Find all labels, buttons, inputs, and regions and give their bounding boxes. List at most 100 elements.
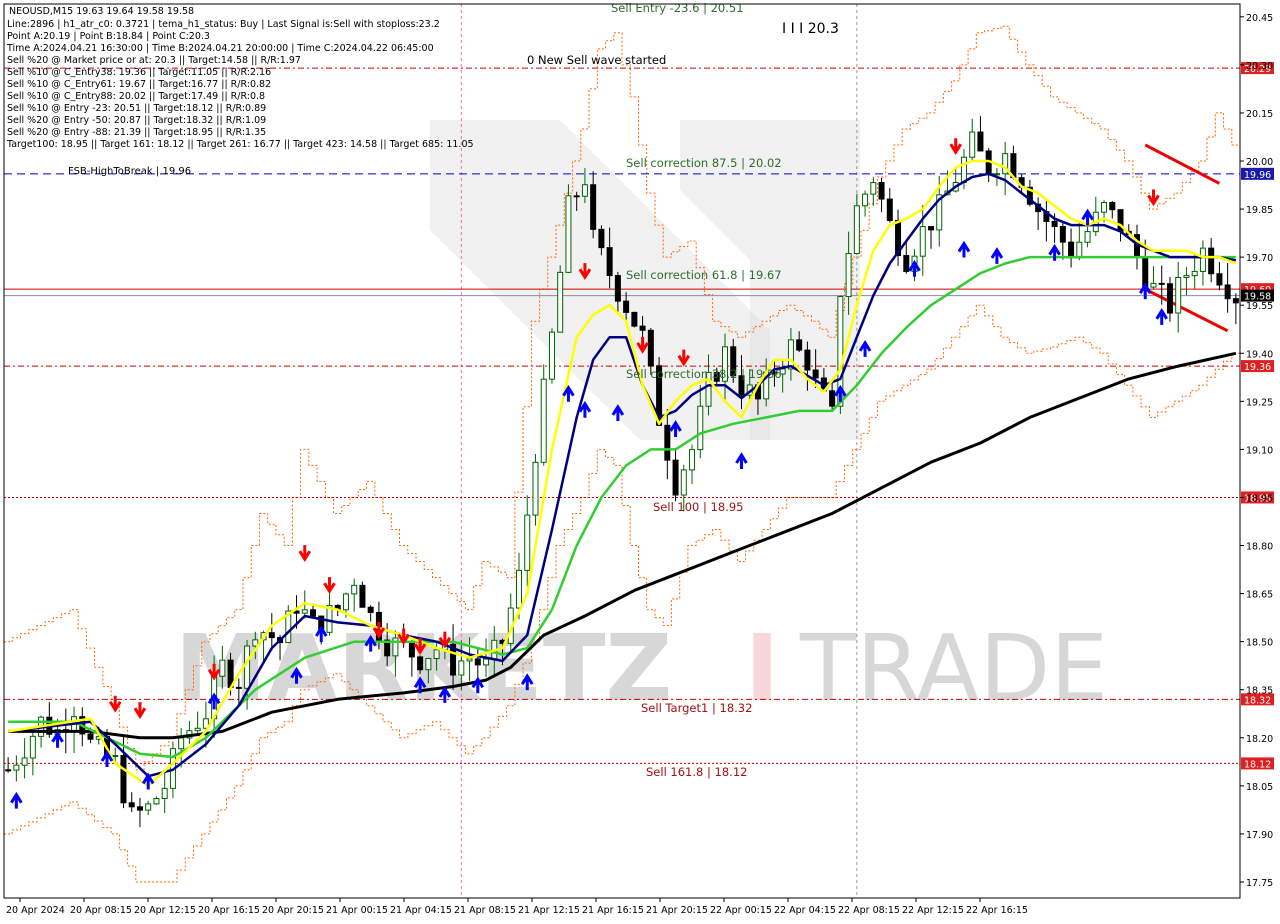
candle-body xyxy=(606,247,613,277)
candle-body xyxy=(483,658,490,666)
candle-body xyxy=(219,659,226,677)
candle-body xyxy=(359,584,366,608)
sell-correction-618-label: Sell correction 61.8 | 19.67 xyxy=(626,268,782,282)
x-tick-label: 20 Apr 20:15 xyxy=(262,905,324,916)
candle-body xyxy=(689,449,696,471)
candle-body xyxy=(878,182,885,200)
candle-body xyxy=(1051,220,1058,228)
symbol-line: NEOUSD,M15 19.63 19.64 19.58 19.58 xyxy=(9,6,194,17)
candle-body xyxy=(598,228,605,249)
x-tick-label: 22 Apr 12:15 xyxy=(902,905,964,916)
info-line: Sell %20 @ Entry -88: 21.39 || Target:18… xyxy=(7,127,266,138)
candle-body xyxy=(1224,284,1231,300)
candle-body xyxy=(845,253,852,298)
candle-body xyxy=(268,632,275,639)
candle-body xyxy=(1150,282,1157,288)
y-tick-label: 17.75 xyxy=(1246,878,1273,889)
candle-body xyxy=(1199,247,1206,272)
y-tick-label: 17.90 xyxy=(1246,830,1273,841)
candle-body xyxy=(540,378,547,463)
candle-body xyxy=(664,424,671,461)
candle-body xyxy=(5,769,12,772)
candle-body xyxy=(128,802,135,808)
candle-body xyxy=(1208,247,1215,275)
candle-body xyxy=(516,569,522,609)
candle-body xyxy=(581,184,588,197)
candle-body xyxy=(1166,283,1173,314)
sell-entry-label: Sell Entry -23.6 | 20.51 xyxy=(611,1,744,15)
info-line: Sell %20 @ Entry -50: 20.87 || Target:18… xyxy=(7,115,266,126)
candle-body xyxy=(977,131,984,152)
info-line: Target100: 18.95 || Target 161: 18.12 ||… xyxy=(6,139,474,150)
x-tick-label: 21 Apr 12:15 xyxy=(518,905,580,916)
price-level-value: 19.36 xyxy=(1244,362,1271,373)
candle-body xyxy=(178,737,185,750)
candle-body xyxy=(647,329,654,367)
candle-body xyxy=(548,331,555,380)
candle-body xyxy=(796,339,803,351)
y-tick-label: 19.40 xyxy=(1246,349,1273,360)
sell-target1-label: Sell Target1 | 18.32 xyxy=(641,701,752,715)
price-level-value: 19.96 xyxy=(1244,170,1271,181)
price-level-value: 18.32 xyxy=(1244,695,1271,706)
x-tick-label: 21 Apr 08:15 xyxy=(454,905,516,916)
candle-body xyxy=(697,405,704,451)
y-tick-label: 18.95 xyxy=(1246,493,1273,504)
y-tick-label: 20.45 xyxy=(1246,13,1273,24)
candle-body xyxy=(524,514,531,571)
info-line: Sell %10 @ C_Entry61: 19.67 || Target:16… xyxy=(7,79,271,90)
candle-body xyxy=(1076,241,1083,259)
candle-body xyxy=(301,609,308,614)
info-line: Sell %10 @ C_Entry38: 19.36 || Target:11… xyxy=(7,67,271,78)
candle-body xyxy=(573,195,580,198)
candle-body xyxy=(367,606,374,613)
candle-body xyxy=(639,325,646,331)
candle-body xyxy=(1183,275,1190,278)
sell-161-label: Sell 161.8 | 18.12 xyxy=(646,765,747,779)
price-chart[interactable]: MARKETZ I TRADE 20.2919.9619.6019.5819.3… xyxy=(0,0,1280,920)
candle-body xyxy=(969,131,976,158)
info-line: Time A:2024.04.21 16:30:00 | Time B:2024… xyxy=(6,43,434,54)
candle-body xyxy=(120,755,127,804)
candle-body xyxy=(623,300,630,313)
candle-body xyxy=(812,369,819,379)
y-tick-label: 20.00 xyxy=(1246,157,1273,168)
info-line: Sell %20 @ Market price or at: 20.3 || T… xyxy=(7,55,301,66)
sell-correction-875-label: Sell correction 87.5 | 20.02 xyxy=(626,156,782,170)
x-tick-label: 22 Apr 16:15 xyxy=(966,905,1028,916)
candle-body xyxy=(417,656,424,671)
candle-body xyxy=(557,271,564,333)
candle-body xyxy=(928,226,934,231)
candle-body xyxy=(29,735,36,759)
x-tick-label: 21 Apr 00:15 xyxy=(326,905,388,916)
candle-body xyxy=(532,461,539,516)
fsb-label: FSB-HighToBreak | 19.96 xyxy=(68,166,191,177)
candle-body xyxy=(433,649,440,660)
y-tick-label: 19.85 xyxy=(1246,205,1273,216)
candle-body xyxy=(342,593,349,611)
x-tick-label: 21 Apr 04:15 xyxy=(390,905,452,916)
candle-body xyxy=(13,764,20,771)
sell-100-label: Sell 100 | 18.95 xyxy=(653,500,743,514)
info-line: Point A:20.19 | Point B:18.84 | Point C:… xyxy=(7,31,210,42)
info-line: Sell %10 @ Entry -23: 20.51 || Target:18… xyxy=(7,103,266,114)
y-tick-label: 18.65 xyxy=(1246,590,1273,601)
x-tick-label: 20 Apr 08:15 xyxy=(70,905,132,916)
y-tick-label: 19.70 xyxy=(1246,253,1273,264)
candle-body xyxy=(1068,241,1075,259)
new-sell-wave-label: 0 New Sell wave started xyxy=(527,53,666,67)
candle-body xyxy=(680,469,687,496)
y-tick-label: 18.35 xyxy=(1246,686,1273,697)
sell-correction-382-label: Sell correction 38.2 | 19.36 xyxy=(626,367,782,381)
info-line: Sell %10 @ C_Entry88: 20.02 || Target:17… xyxy=(7,91,265,102)
candle-body xyxy=(1158,282,1165,285)
candle-body xyxy=(1101,201,1108,213)
candle-body xyxy=(1191,270,1198,277)
candle-body xyxy=(458,660,465,676)
candle-body xyxy=(466,658,473,662)
y-tick-label: 18.50 xyxy=(1246,638,1273,649)
candle-body xyxy=(112,755,119,758)
y-tick-label: 19.55 xyxy=(1246,301,1273,312)
info-line: Line:2896 | h1_atr_c0: 0.3721 | tema_h1_… xyxy=(7,19,440,30)
candle-body xyxy=(565,195,572,273)
